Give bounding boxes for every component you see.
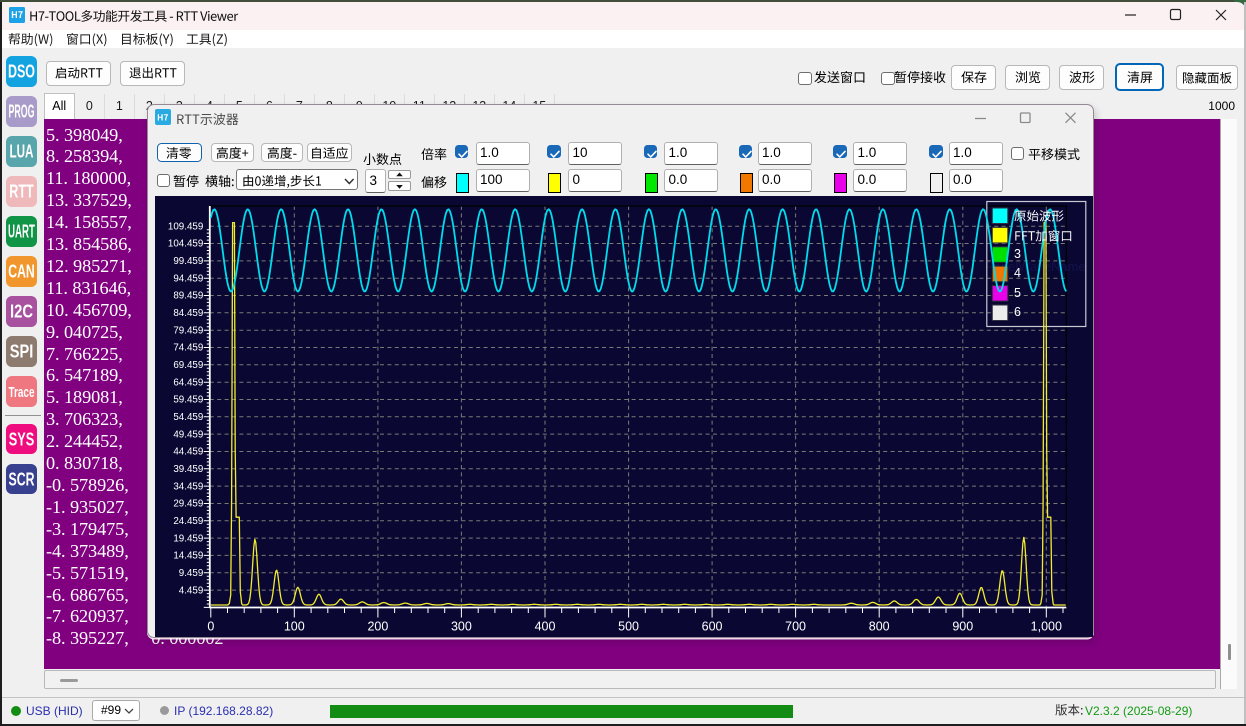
svg-text:RTT: RTT [9,182,34,202]
svg-text:100: 100 [284,620,305,634]
svg-text:SPI: SPI [10,342,34,362]
svg-text:300: 300 [451,620,472,634]
svg-text:700: 700 [785,620,806,634]
svg-text:99.459: 99.459 [173,256,203,267]
svg-text:9.459: 9.459 [178,568,203,579]
svg-text:14.459: 14.459 [173,551,203,562]
svg-text:600: 600 [701,620,722,634]
svg-text:54.459: 54.459 [173,412,203,423]
svg-text:44.459: 44.459 [173,447,203,458]
svg-text:800: 800 [868,620,889,634]
svg-text:24.459: 24.459 [173,516,203,527]
svg-text:I2C: I2C [10,302,33,322]
svg-text:89.459: 89.459 [173,291,203,302]
svg-text:34.459: 34.459 [173,481,203,492]
svg-text:200: 200 [367,620,388,634]
svg-text:29.459: 29.459 [173,499,203,510]
svg-text:64.459: 64.459 [173,377,203,388]
svg-text:PROG: PROG [9,102,35,122]
svg-text:1,000: 1,000 [1030,620,1061,634]
svg-text:DSO: DSO [8,62,35,82]
svg-text:SCR: SCR [9,469,35,489]
svg-text:84.459: 84.459 [173,308,203,319]
svg-text:94.459: 94.459 [173,273,203,284]
svg-text:CAN: CAN [8,262,35,282]
svg-text:59.459: 59.459 [173,395,203,406]
svg-text:LUA: LUA [10,142,34,162]
svg-text:39.459: 39.459 [173,464,203,475]
svg-text:49.459: 49.459 [173,429,203,440]
svg-text:19.459: 19.459 [173,533,203,544]
svg-text:74.459: 74.459 [173,343,203,354]
svg-text:109.459: 109.459 [168,221,203,232]
svg-text:UART: UART [8,222,35,242]
svg-text:79.459: 79.459 [173,325,203,336]
svg-text:69.459: 69.459 [173,360,203,371]
svg-text:400: 400 [534,620,555,634]
svg-text:Trace: Trace [9,384,35,401]
svg-text:500: 500 [618,620,639,634]
svg-text:4.459: 4.459 [178,585,203,596]
svg-text:0: 0 [207,620,214,634]
svg-text:900: 900 [952,620,973,634]
svg-text:104.459: 104.459 [168,239,203,250]
svg-text:SYS: SYS [9,429,35,449]
